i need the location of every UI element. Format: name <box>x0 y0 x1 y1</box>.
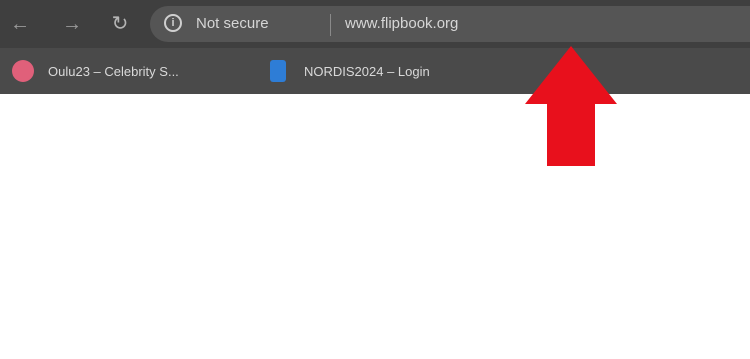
security-status-label[interactable]: Not secure <box>196 15 269 32</box>
address-bar[interactable]: i Not secure www.flipbook.org <box>150 6 750 42</box>
back-arrow-icon[interactable]: ← <box>6 10 34 38</box>
red-up-arrow-icon <box>525 46 617 166</box>
bookmark-item[interactable]: Oulu23 – Celebrity S... <box>12 60 233 82</box>
forward-arrow-icon[interactable]: → <box>58 10 86 38</box>
url-text[interactable]: www.flipbook.org <box>345 15 458 32</box>
blue-favicon-icon <box>270 60 286 82</box>
browser-chrome: ← → ↻ i Not secure www.flipbook.org Oulu… <box>0 0 750 94</box>
browser-toolbar: ← → ↻ i Not secure www.flipbook.org <box>0 0 750 48</box>
reload-icon[interactable]: ↻ <box>106 10 134 38</box>
bookmark-item[interactable]: NORDIS2024 – Login <box>270 60 430 82</box>
pink-circle-favicon-icon <box>12 60 34 82</box>
bookmark-label: Oulu23 – Celebrity S... <box>48 63 179 79</box>
bookmarks-bar: Oulu23 – Celebrity S... NORDIS2024 – Log… <box>0 48 750 94</box>
address-divider <box>330 14 331 36</box>
page-content <box>0 94 750 359</box>
bookmark-label: NORDIS2024 – Login <box>304 63 430 79</box>
info-icon[interactable]: i <box>164 14 182 32</box>
